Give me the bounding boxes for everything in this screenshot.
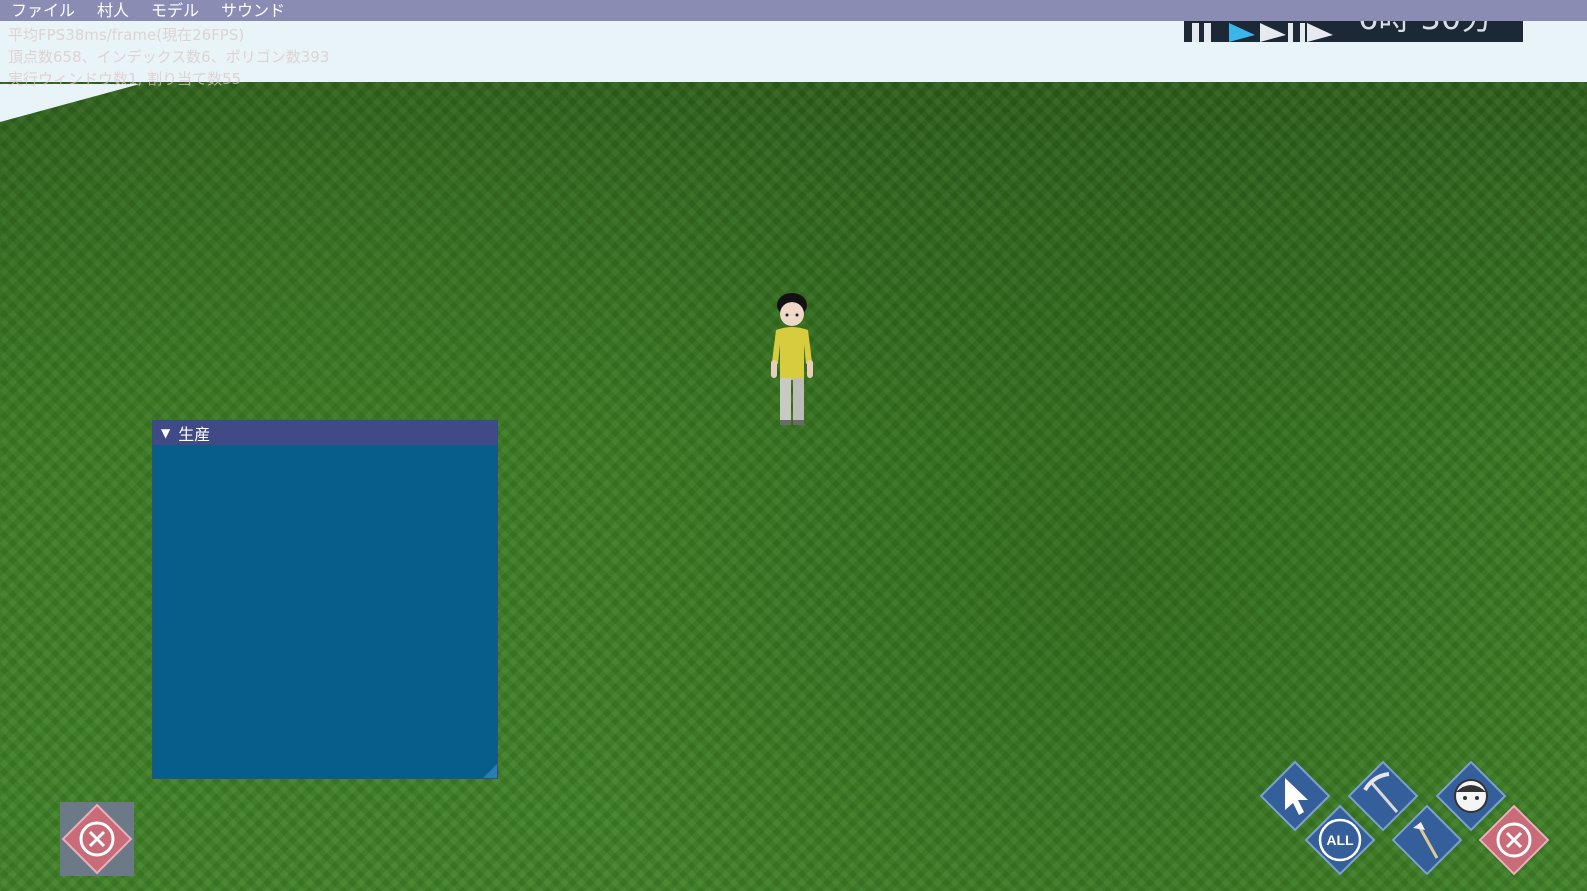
close-icon	[1478, 804, 1550, 876]
resize-handle[interactable]	[483, 764, 497, 778]
close-tools-button[interactable]	[1478, 804, 1550, 876]
game-viewport[interactable]: ファイル 村人 モデル サウンド 平均FPS38ms/frame(現在26FPS…	[0, 0, 1587, 891]
villager-character[interactable]	[762, 292, 822, 427]
menu-sound[interactable]: サウンド	[210, 0, 296, 21]
menu-model[interactable]: モデル	[140, 0, 210, 21]
axe-icon	[1391, 804, 1463, 876]
close-panel-button[interactable]	[60, 802, 134, 876]
collapse-caret-icon[interactable]: ▼	[161, 426, 170, 440]
fast-forward-icon	[1260, 23, 1293, 42]
close-icon	[61, 803, 133, 875]
all-icon: ALL	[1304, 804, 1376, 876]
debug-overlay: 平均FPS38ms/frame(現在26FPS) 頂点数658、インデックス数6…	[8, 24, 329, 90]
select-all-label: ALL	[1326, 832, 1354, 848]
game-clock: 6時 30分	[1358, 21, 1493, 34]
debug-fps: 平均FPS38ms/frame(現在26FPS)	[8, 26, 245, 44]
time-control-bar: 6時 30分	[1184, 21, 1523, 42]
fastest-forward-button[interactable]	[1298, 21, 1338, 42]
fastest-forward-icon	[1300, 23, 1333, 42]
debug-windows: 実行ウィンドウ数1, 割り当て数55	[8, 70, 242, 88]
logging-tool-button[interactable]	[1391, 804, 1463, 876]
select-all-button[interactable]: ALL	[1304, 804, 1376, 876]
production-panel-title: 生産	[178, 425, 211, 444]
fast-forward-button[interactable]	[1258, 21, 1298, 42]
debug-geometry: 頂点数658、インデックス数6、ポリゴン数393	[8, 48, 330, 66]
production-panel[interactable]: ▼ 生産	[152, 420, 498, 779]
play-button[interactable]	[1224, 21, 1258, 42]
menu-file[interactable]: ファイル	[0, 0, 86, 21]
menu-villager[interactable]: 村人	[86, 0, 140, 21]
pause-icon	[1192, 23, 1211, 42]
play-icon	[1229, 23, 1255, 42]
production-panel-header[interactable]: ▼ 生産	[153, 421, 497, 445]
menu-bar: ファイル 村人 モデル サウンド	[0, 0, 1587, 21]
pause-button[interactable]	[1184, 21, 1224, 42]
